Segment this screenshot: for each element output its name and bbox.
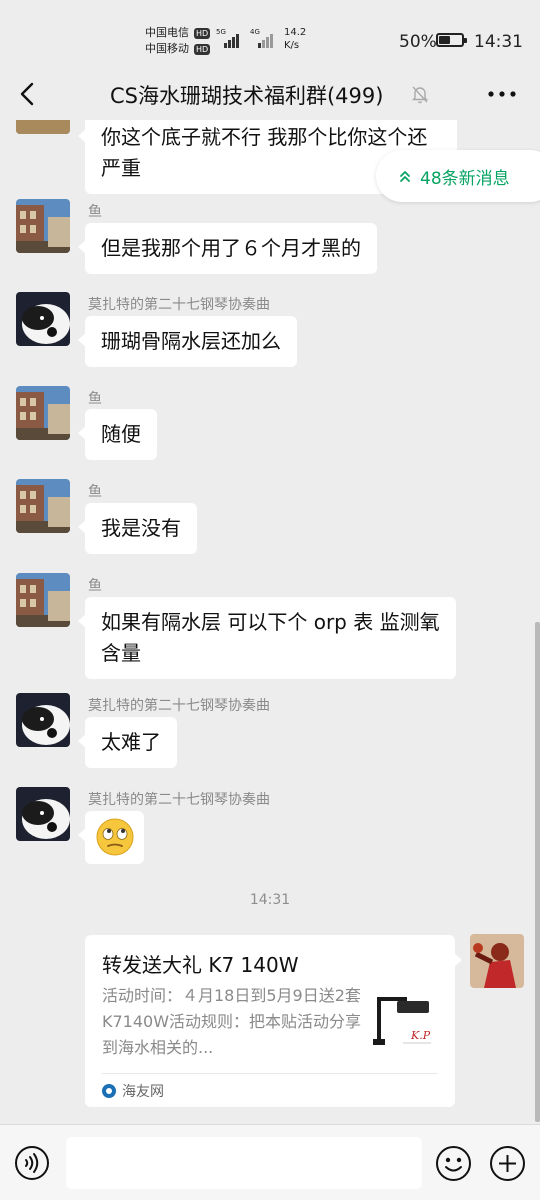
battery-icon (436, 33, 467, 47)
new-messages-button[interactable]: 48条新消息 (376, 150, 540, 202)
avatar[interactable] (16, 479, 70, 533)
message-bubble[interactable]: 但是我那个用了６个月才黑的 (78, 223, 377, 274)
card-source: 海友网 (102, 1081, 164, 1101)
message-input[interactable] (66, 1137, 422, 1189)
sender-name: 鱼 (88, 484, 102, 500)
sender-name: 鱼 (88, 578, 102, 594)
avatar[interactable] (16, 292, 70, 346)
voice-icon[interactable] (14, 1145, 50, 1181)
card-thumbnail: K.P (371, 993, 441, 1053)
input-bar (0, 1124, 540, 1200)
signal-4g-icon: 4G (250, 28, 276, 48)
battery-percent: 50% (399, 32, 437, 52)
card-title: 转发送大礼 K7 140W (102, 953, 299, 977)
sender-name: 鱼 (88, 204, 102, 220)
back-chevron-icon[interactable] (14, 80, 42, 108)
status-time: 14:31 (474, 32, 523, 52)
scrollbar[interactable] (535, 622, 540, 1122)
message-bubble[interactable]: 随便 (78, 409, 157, 460)
card-description: 活动时间：４月18日到5月9日送2套K7140W活动规则：把本贴活动分享到海水相… (102, 986, 362, 1057)
emoji-icon[interactable] (435, 1145, 472, 1182)
avatar[interactable] (16, 693, 70, 747)
double-chevron-up-icon (400, 171, 410, 182)
bell-off-icon (411, 86, 429, 104)
chat-header: CS海水珊瑚技术福利群(499) (0, 70, 540, 120)
shared-link-card[interactable]: 转发送大礼 K7 140W 活动时间：４月18日到5月9日送2套K7140W活动… (85, 935, 462, 1107)
more-dots-icon[interactable] (486, 82, 518, 106)
card-thumb-logo: K.P (410, 1029, 431, 1042)
sender-name: 莫扎特的第二十七钢琴协奏曲 (88, 297, 270, 313)
sender-name: 莫扎特的第二十七钢琴协奏曲 (88, 792, 270, 808)
message-bubble[interactable]: 我是没有 (78, 503, 197, 554)
sender-name: 莫扎特的第二十七钢琴协奏曲 (88, 698, 270, 714)
carrier-info: 中国电信 HD 中国移动 HD (145, 25, 211, 57)
rolling-eyes-emoji-icon (96, 818, 134, 856)
avatar[interactable] (470, 934, 524, 988)
sender-name: 鱼 (88, 391, 102, 407)
status-bar: 中国电信 HD 中国移动 HD 5G 4G 14.2 K/s 50% 14:31 (0, 0, 540, 70)
signal-5g-icon: 5G (216, 28, 242, 48)
timestamp: 14:31 (249, 892, 291, 908)
avatar[interactable] (16, 120, 70, 134)
new-messages-label: 48条新消息 (420, 168, 510, 189)
source-logo-icon (102, 1084, 116, 1098)
card-divider (102, 1073, 438, 1074)
message-bubble[interactable]: 太难了 (78, 717, 177, 768)
card-source-name: 海友网 (122, 1084, 164, 1100)
message-bubble[interactable]: 如果有隔水层 可以下个 orp 表 监测氧含量 (78, 597, 456, 679)
avatar[interactable] (16, 199, 70, 253)
avatar[interactable] (16, 787, 70, 841)
chat-area[interactable]: 你这个底子就不行 我那个比你这个还严重 鱼 但是我那个用了６个月才黑的 莫扎特的… (0, 120, 540, 1124)
net-speed: 14.2 K/s (284, 27, 307, 51)
message-bubble[interactable] (78, 811, 144, 864)
avatar[interactable] (16, 573, 70, 627)
signal-indicators: 5G 4G (216, 28, 276, 48)
chat-title: CS海水珊瑚技术福利群(499) (110, 84, 384, 108)
avatar[interactable] (16, 386, 70, 440)
plus-icon[interactable] (489, 1145, 526, 1182)
hd-badge: HD (194, 43, 211, 55)
hd-badge: HD (194, 27, 211, 39)
carrier-2: 中国移动 (145, 42, 189, 55)
message-bubble[interactable]: 珊瑚骨隔水层还加么 (78, 316, 297, 367)
carrier-1: 中国电信 (145, 26, 189, 39)
